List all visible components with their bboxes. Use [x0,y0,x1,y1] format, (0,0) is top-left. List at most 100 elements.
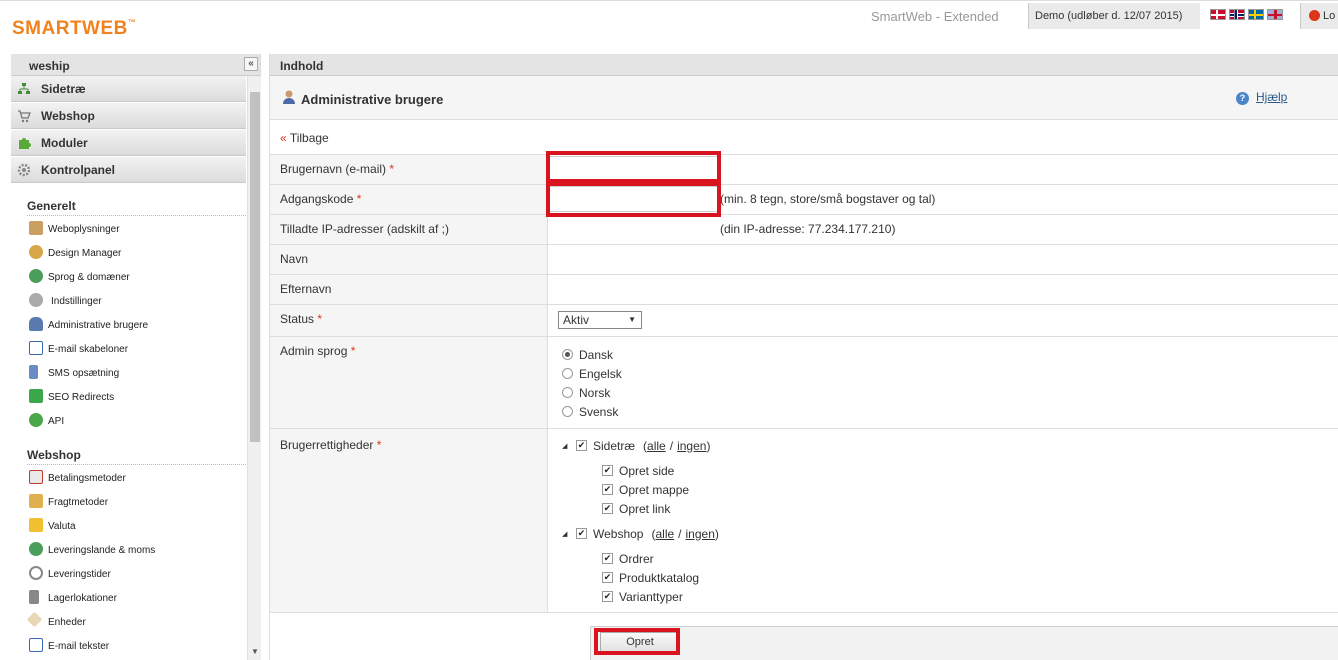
radio-button[interactable] [562,368,573,379]
firstname-label: Navn [270,245,548,274]
building-icon [29,590,39,604]
edition-label: SmartWeb - Extended [871,9,999,24]
ip-hint: (din IP-adresse: 77.234.177.210) [720,222,896,236]
checkbox-sidetrae[interactable]: ✔ [576,440,587,451]
module-webshop[interactable]: Webshop [11,103,246,129]
status-select[interactable]: Aktiv ▼ [558,311,642,329]
nav-item-api[interactable]: API [11,408,246,432]
power-icon [1309,10,1320,21]
nav-item-fragtmetoder[interactable]: Fragtmetoder [11,489,246,513]
help-icon[interactable]: ? [1236,92,1249,105]
ip-field[interactable]: (din IP-adresse: 77.234.177.210) [548,215,1338,244]
checkbox-ordrer[interactable]: ✔ Ordrer [558,549,1338,568]
radio-button[interactable] [562,387,573,398]
globe-icon [29,542,43,556]
lastname-label: Efternavn [270,275,548,304]
email-label: Brugernavn (e-mail) * [270,155,548,184]
tag-icon [26,611,43,628]
gb-flag-icon[interactable] [1267,9,1283,20]
nav-item-betalingsmetoder[interactable]: Betalingsmetoder [11,465,246,489]
redirect-icon [29,389,43,403]
radio-dansk[interactable]: Dansk [558,345,1338,364]
checkbox[interactable]: ✔ [602,465,613,476]
globe-icon [29,269,43,283]
select-none-link[interactable]: ingen [686,527,715,541]
nav-item-sprog-domaener[interactable]: Sprog & domæner [11,264,246,288]
radio-engelsk[interactable]: Engelsk [558,364,1338,383]
scrollbar-thumb[interactable] [250,92,260,442]
status-row: Status * Aktiv ▼ [270,305,1338,337]
checkbox[interactable]: ✔ [602,553,613,564]
module-kontrolpanel[interactable]: Kontrolpanel [11,157,246,183]
house-icon [29,221,43,235]
firstname-field[interactable] [548,245,1338,274]
no-flag-icon[interactable] [1229,9,1245,20]
dk-flag-icon[interactable] [1210,9,1226,20]
nav-item-seo-redirects[interactable]: SEO Redirects [11,384,246,408]
nav-item-enheder[interactable]: Enheder [11,609,246,633]
select-all-link[interactable]: alle [647,439,666,453]
nav-item-weboplysninger[interactable]: Weboplysninger [11,216,246,240]
language-row: Admin sprog * Dansk Engelsk Norsk Svensk [270,337,1338,429]
nav-item-lagerlokationer[interactable]: Lagerlokationer [11,585,246,609]
chevron-down-icon: ▼ [628,315,636,324]
email-icon [29,341,43,355]
checkbox[interactable]: ✔ [602,591,613,602]
firstname-row: Navn [270,245,1338,275]
logout-button[interactable]: Lo [1300,3,1338,29]
tree-collapse-icon[interactable]: ◢ [558,442,576,450]
status-value-cell: Aktiv ▼ [548,305,1338,336]
module-moduler[interactable]: Moduler [11,130,246,156]
checkbox[interactable]: ✔ [602,572,613,583]
rights-group-webshop: ◢ ✔ Webshop (alle / ingen) [558,524,1338,543]
radio-norsk[interactable]: Norsk [558,383,1338,402]
checkbox-opret-link[interactable]: ✔ Opret link [558,499,1338,518]
sidebar-scrollbar[interactable]: ▼ [247,76,261,660]
sidebar: weship « Sidetræ Webshop Moduler Kontrol… [11,54,261,660]
smartweb-logo[interactable]: SMARTWEB™ [12,18,136,40]
select-none-link[interactable]: ingen [677,439,706,453]
main-content: Indhold Administrative brugere ? Hjælp «… [269,54,1338,660]
checkbox-webshop[interactable]: ✔ [576,528,587,539]
scroll-down-arrow-icon[interactable]: ▼ [251,647,259,656]
back-link[interactable]: Tilbage [290,131,329,145]
rights-group-sidetrae: ◢ ✔ Sidetræ (alle / ingen) [558,436,1338,455]
radio-button[interactable] [562,406,573,417]
section-title-generelt: Generelt [27,199,246,216]
password-hint: (min. 8 tegn, store/små bogstaver og tal… [720,192,936,206]
user-icon [283,90,295,104]
checkbox-opret-side[interactable]: ✔ Opret side [558,461,1338,480]
cart-icon [18,110,31,123]
nav-item-email-skabeloner[interactable]: E-mail skabeloner [11,336,246,360]
checkbox-produktkatalog[interactable]: ✔ Produktkatalog [558,568,1338,587]
section-title-webshop: Webshop [27,448,246,465]
phone-icon [29,365,38,379]
nav-item-leveringslande-moms[interactable]: Leveringslande & moms [11,537,246,561]
radio-button[interactable] [562,349,573,360]
radio-svensk[interactable]: Svensk [558,402,1338,421]
checkbox[interactable]: ✔ [602,503,613,514]
nav-item-leveringstider[interactable]: Leveringstider [11,561,246,585]
rights-label: Brugerrettigheder * [270,429,548,612]
tree-collapse-icon[interactable]: ◢ [558,530,576,538]
nav-item-indstillinger[interactable]: Indstillinger [11,288,246,312]
sitemap-icon [18,83,30,94]
nav-item-sms-opsaetning[interactable]: SMS opsætning [11,360,246,384]
checkbox-opret-mappe[interactable]: ✔ Opret mappe [558,480,1338,499]
checkbox-varianttyper[interactable]: ✔ Varianttyper [558,587,1338,606]
ip-label: Tilladte IP-adresser (adskilt af ;) [270,215,548,244]
checkbox[interactable]: ✔ [602,484,613,495]
se-flag-icon[interactable] [1248,9,1264,20]
collapse-sidebar-button[interactable]: « [244,57,258,71]
lastname-field[interactable] [548,275,1338,304]
module-sidetrae[interactable]: Sidetræ [11,76,246,102]
select-all-link[interactable]: alle [655,527,674,541]
gear-icon [17,163,31,177]
help-link[interactable]: Hjælp [1256,90,1287,104]
lastname-row: Efternavn [270,275,1338,305]
nav-item-valuta[interactable]: Valuta [11,513,246,537]
nav-item-design-manager[interactable]: Design Manager [11,240,246,264]
nav-item-email-tekster[interactable]: E-mail tekster [11,633,246,657]
nav-item-administrative-brugere[interactable]: Administrative brugere [11,312,246,336]
gear-icon [29,293,43,307]
